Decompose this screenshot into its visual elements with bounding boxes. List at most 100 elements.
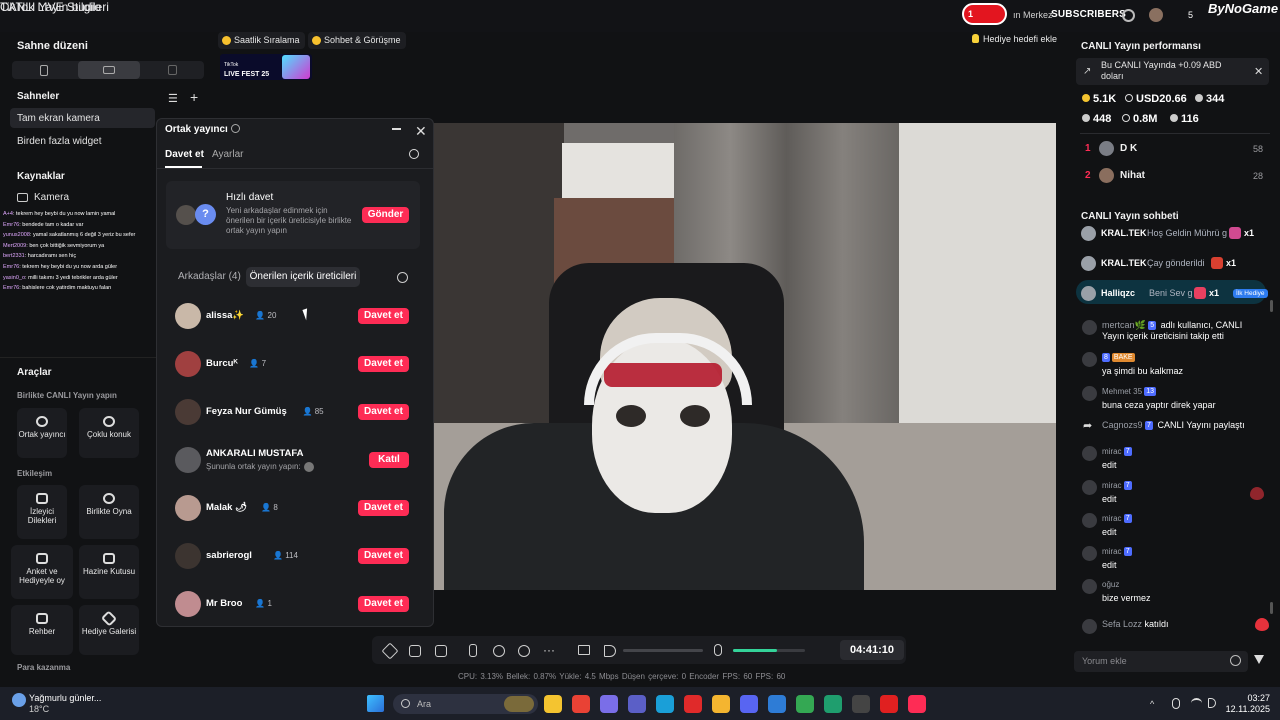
- camera-toggle-icon[interactable]: [518, 645, 530, 657]
- live-info-button[interactable]: CANLI Yayın bilgileri: [0, 0, 109, 14]
- landscape-layout-icon[interactable]: [103, 66, 115, 74]
- avatar[interactable]: [175, 447, 201, 473]
- phone-icon[interactable]: [469, 644, 477, 657]
- divider: [1080, 133, 1270, 134]
- edge-icon[interactable]: [656, 695, 674, 713]
- add-gift-goal-button[interactable]: Hediye hedefi ekle: [972, 34, 1057, 44]
- avatar[interactable]: [175, 351, 201, 377]
- list-icon[interactable]: ☰: [168, 92, 178, 105]
- speaker-volume-slider[interactable]: [623, 649, 703, 652]
- teams-icon[interactable]: [628, 695, 646, 713]
- avatar[interactable]: [1082, 546, 1097, 561]
- avatar[interactable]: [1082, 579, 1097, 594]
- avatar[interactable]: [1082, 513, 1097, 528]
- mail-icon[interactable]: [768, 695, 786, 713]
- settings-icon[interactable]: [1122, 9, 1135, 22]
- close-icon[interactable]: ✕: [415, 123, 427, 140]
- rank-name[interactable]: D K: [1120, 143, 1137, 154]
- rank-name[interactable]: Nihat: [1120, 170, 1145, 181]
- avatar[interactable]: [1082, 320, 1097, 335]
- avatar[interactable]: [175, 543, 201, 569]
- multi-guest-tool-button[interactable]: Çoklu konuk: [79, 408, 139, 458]
- scrollbar[interactable]: [1270, 602, 1273, 614]
- hourly-ranking-chip[interactable]: Saatlik Sıralama: [218, 32, 305, 49]
- record-icon[interactable]: [493, 645, 505, 657]
- guide-tool-button[interactable]: Rehber: [11, 605, 73, 655]
- files-icon[interactable]: [712, 695, 730, 713]
- source-camera[interactable]: Kamera: [34, 192, 69, 203]
- gift-icon: [1194, 287, 1206, 299]
- mic-tray-icon[interactable]: [1172, 698, 1180, 709]
- microphone-icon[interactable]: [714, 644, 722, 656]
- invite-button[interactable]: Davet et: [358, 308, 409, 324]
- avatar[interactable]: [175, 591, 201, 617]
- invite-button[interactable]: Davet et: [358, 596, 409, 612]
- gift-gallery-tool-button[interactable]: Hediye Galerisi: [79, 605, 139, 655]
- minimize-icon[interactable]: [392, 128, 401, 130]
- weather-icon[interactable]: [12, 693, 26, 707]
- avatar[interactable]: [1082, 619, 1097, 634]
- portrait-layout-icon[interactable]: [40, 65, 48, 76]
- heart-icon[interactable]: [1255, 618, 1269, 631]
- avatar[interactable]: [1081, 226, 1096, 241]
- weather-widget[interactable]: Yağmurlu günler... 18°C: [29, 693, 101, 715]
- tab-invite[interactable]: Davet et: [165, 149, 204, 160]
- filter-icon[interactable]: [1254, 655, 1264, 664]
- scene-item-widgets[interactable]: Birden fazla widget: [17, 136, 102, 147]
- avatar[interactable]: [1149, 8, 1163, 22]
- avatar[interactable]: [1081, 256, 1096, 271]
- cohost-tool-button[interactable]: Ortak yayıncı: [17, 408, 67, 458]
- refresh-icon[interactable]: [397, 272, 408, 283]
- avatar[interactable]: [1082, 386, 1097, 401]
- poll-tool-button[interactable]: Anket ve Hediyeyle oy: [11, 545, 73, 599]
- help-icon[interactable]: [230, 124, 240, 133]
- close-icon[interactable]: ✕: [1254, 65, 1263, 78]
- wifi-icon[interactable]: [1191, 698, 1202, 708]
- split-layout-icon[interactable]: [168, 65, 177, 75]
- avatar[interactable]: [175, 303, 201, 329]
- filter-friends[interactable]: Arkadaşlar (4): [178, 271, 241, 282]
- invite-button[interactable]: Davet et: [358, 548, 409, 564]
- scrollbar[interactable]: [1270, 300, 1273, 312]
- chrome-icon[interactable]: [572, 695, 590, 713]
- tab-settings[interactable]: Ayarlar: [212, 149, 244, 160]
- emoji-icon[interactable]: [1230, 655, 1241, 666]
- avatar[interactable]: [1082, 480, 1097, 495]
- obs-icon[interactable]: [852, 695, 870, 713]
- discord-icon[interactable]: [740, 695, 758, 713]
- viewer-requests-tool-button[interactable]: İzleyici Dilekleri: [17, 485, 67, 539]
- opera-icon[interactable]: [684, 695, 702, 713]
- search-icon[interactable]: [409, 149, 419, 159]
- scene-item-fullscreen[interactable]: Tam ekran kamera: [17, 113, 100, 124]
- mixer-icon[interactable]: [578, 645, 590, 655]
- more-icon[interactable]: ···: [543, 643, 555, 657]
- filter-suggested-creators[interactable]: Önerilen içerik üreticileri: [246, 267, 360, 287]
- tiktok-studio-icon[interactable]: [908, 695, 926, 713]
- speaker-icon[interactable]: [604, 645, 616, 657]
- tray-chevron-icon[interactable]: ^: [1150, 699, 1154, 709]
- chat-call-chip[interactable]: Sohbet & Görüşme: [308, 32, 406, 49]
- avatar[interactable]: [1082, 446, 1097, 461]
- youtube-icon[interactable]: [880, 695, 898, 713]
- app-icon[interactable]: [824, 695, 842, 713]
- cohost-candidate-row: sabrierogl 👤 114 Davet et: [166, 540, 416, 572]
- join-button[interactable]: Katıl: [369, 452, 409, 468]
- chrome-icon-2[interactable]: [796, 695, 814, 713]
- avatar[interactable]: [1081, 286, 1096, 301]
- invite-button[interactable]: Davet et: [358, 500, 409, 516]
- avatar[interactable]: [175, 399, 201, 425]
- invite-button[interactable]: Davet et: [358, 404, 409, 420]
- play-together-tool-button[interactable]: Birlikte Oyna: [79, 485, 139, 539]
- avatar[interactable]: [175, 495, 201, 521]
- add-scene-icon[interactable]: +: [190, 89, 198, 105]
- send-button[interactable]: Gönder: [362, 207, 409, 223]
- effects-icon[interactable]: [409, 645, 421, 657]
- start-button[interactable]: [367, 695, 384, 712]
- invite-button[interactable]: Davet et: [358, 356, 409, 372]
- taskbar-clock[interactable]: 03:27 12.11.2025: [1224, 693, 1270, 715]
- treasure-box-tool-button[interactable]: Hazine Kutusu: [79, 545, 139, 599]
- file-explorer-icon[interactable]: [544, 695, 562, 713]
- screen-icon[interactable]: [435, 645, 447, 657]
- avatar[interactable]: [1082, 352, 1097, 367]
- store-icon[interactable]: [600, 695, 618, 713]
